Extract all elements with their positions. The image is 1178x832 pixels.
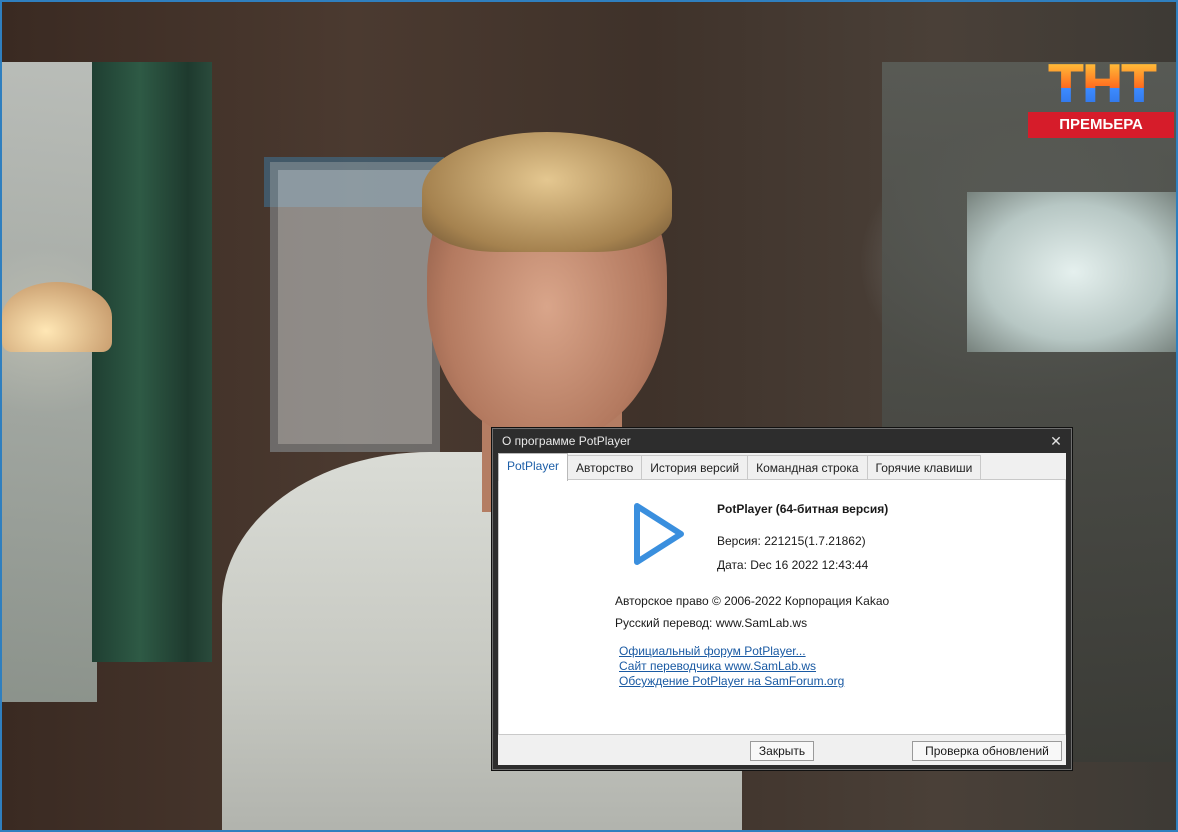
forum-link[interactable]: Официальный форум PotPlayer... (619, 644, 806, 658)
channel-logo-word: ТНТ (1026, 58, 1176, 112)
build-date: Дата: Dec 16 2022 12:43:44 (717, 558, 869, 572)
translation-credit: Русский перевод: www.SamLab.ws (615, 616, 808, 630)
translator-site-link[interactable]: Сайт переводчика www.SamLab.ws (619, 659, 816, 673)
background-window-light (967, 192, 1176, 352)
lamp (2, 282, 112, 352)
product-name: PotPlayer (64-битная версия) (717, 502, 889, 516)
tab-command-line[interactable]: Командная строка (747, 455, 868, 481)
person-hair (422, 132, 672, 252)
close-icon[interactable]: ✕ (1047, 432, 1065, 450)
copyright-text: Авторское право © 2006-2022 Корпорация K… (615, 594, 890, 608)
wall-poster (270, 162, 440, 452)
tab-authors[interactable]: Авторство (567, 455, 643, 481)
background-window (2, 62, 97, 702)
tab-version-history[interactable]: История версий (641, 455, 749, 481)
tab-potplayer[interactable]: PotPlayer (498, 453, 569, 481)
tab-hotkeys[interactable]: Горячие клавиши (866, 455, 982, 481)
dialog-footer: Закрыть Проверка обновлений (498, 735, 1066, 765)
check-updates-button[interactable]: Проверка обновлений (912, 741, 1062, 761)
tab-panel-potplayer: PotPlayer (64-битная версия) Версия: 221… (498, 479, 1066, 735)
close-button[interactable]: Закрыть (750, 741, 814, 761)
samforum-link[interactable]: Обсуждение PotPlayer на SamForum.org (619, 674, 844, 688)
play-icon (634, 503, 684, 565)
dialog-body: PotPlayer Авторство История версий Коман… (498, 453, 1066, 765)
dialog-titlebar[interactable]: О программе PotPlayer ✕ (493, 429, 1071, 453)
version-text: Версия: 221215(1.7.21862) (717, 534, 866, 548)
channel-logo-tag: ПРЕМЬЕРА (1028, 112, 1174, 138)
about-dialog: О программе PotPlayer ✕ PotPlayer Авторс… (492, 428, 1072, 770)
dialog-title: О программе PotPlayer (502, 434, 631, 448)
tab-bar: PotPlayer Авторство История версий Коман… (498, 453, 982, 481)
channel-logo: ТНТ ПРЕМЬЕРА (1026, 58, 1176, 140)
background-curtain (92, 62, 212, 662)
